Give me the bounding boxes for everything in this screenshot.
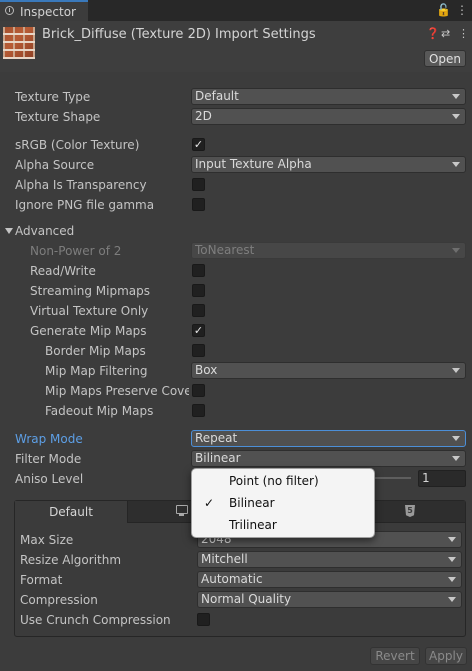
- asset-title: Brick_Diffuse (Texture 2D) Import Settin…: [42, 27, 316, 42]
- mip-maps-preserve-coverage-label: Mip Maps Preserve Cover: [45, 384, 189, 398]
- checkmark-icon: ✓: [204, 496, 215, 510]
- srgb-checkbox[interactable]: ✓: [192, 138, 205, 151]
- border-mip-maps-checkbox[interactable]: [192, 344, 205, 357]
- chevron-down-icon: [448, 537, 456, 542]
- chevron-down-icon: [452, 94, 460, 99]
- wrap-mode-label: Wrap Mode: [15, 432, 83, 446]
- texture-type-value: Default: [195, 89, 239, 103]
- ignore-png-gamma-checkbox[interactable]: [192, 198, 205, 211]
- use-crunch-label: Use Crunch Compression: [20, 613, 171, 627]
- mip-maps-preserve-coverage-checkbox[interactable]: [192, 384, 205, 397]
- read-write-checkbox[interactable]: [192, 264, 205, 277]
- texture-shape-dropdown[interactable]: 2D: [191, 108, 466, 125]
- non-power-of-2-value: ToNearest: [195, 243, 255, 257]
- mip-map-filtering-value: Box: [195, 363, 218, 377]
- revert-button[interactable]: Revert: [370, 647, 420, 665]
- max-size-label: Max Size: [20, 533, 74, 547]
- help-icon[interactable]: ❓: [426, 27, 440, 40]
- menu-icon[interactable]: ⋮: [456, 3, 468, 17]
- chevron-down-icon: [448, 577, 456, 582]
- chevron-down-icon: [452, 248, 460, 253]
- lock-icon[interactable]: 🔓: [436, 3, 451, 17]
- read-write-label: Read/Write: [30, 264, 96, 278]
- use-crunch-checkbox[interactable]: [197, 613, 210, 626]
- tab-inspector[interactable]: Inspector: [0, 0, 88, 21]
- mip-map-filtering-label: Mip Map Filtering: [45, 364, 148, 378]
- chevron-down-icon: [452, 162, 460, 167]
- fadeout-mip-maps-label: Fadeout Mip Maps: [45, 404, 154, 418]
- alpha-is-transparency-label: Alpha Is Transparency: [15, 178, 147, 192]
- chevron-down-icon: [448, 597, 456, 602]
- format-value: Automatic: [201, 572, 263, 586]
- filter-mode-value: Bilinear: [195, 451, 241, 465]
- format-dropdown[interactable]: Automatic: [197, 571, 462, 588]
- open-button[interactable]: Open: [424, 50, 466, 67]
- fadeout-mip-maps-checkbox[interactable]: [192, 404, 205, 417]
- filter-mode-dropdown[interactable]: Bilinear: [191, 450, 466, 467]
- compression-dropdown[interactable]: Normal Quality: [197, 591, 462, 608]
- texture-thumbnail: [3, 27, 35, 59]
- chevron-down-icon: [452, 114, 460, 119]
- filter-mode-menu: Point (no filter) ✓ Bilinear Trilinear: [191, 468, 375, 538]
- resize-algorithm-label: Resize Algorithm: [20, 553, 122, 567]
- menu-item-bilinear[interactable]: Bilinear: [229, 496, 275, 510]
- apply-button[interactable]: Apply: [425, 647, 467, 665]
- streaming-mipmaps-checkbox[interactable]: [192, 284, 205, 297]
- virtual-texture-only-checkbox[interactable]: [192, 304, 205, 317]
- srgb-label: sRGB (Color Texture): [15, 138, 140, 152]
- menu-item-trilinear[interactable]: Trilinear: [229, 518, 277, 532]
- platform-tab-default-label: Default: [49, 505, 93, 519]
- chevron-down-icon: [452, 436, 460, 441]
- texture-type-label: Texture Type: [15, 90, 91, 104]
- streaming-mipmaps-label: Streaming Mipmaps: [30, 284, 151, 298]
- settings-sliders-icon[interactable]: ⇄: [441, 27, 450, 40]
- wrap-mode-value: Repeat: [195, 431, 238, 445]
- texture-type-dropdown[interactable]: Default: [191, 88, 466, 105]
- non-power-of-2-dropdown: ToNearest: [191, 242, 466, 259]
- alpha-source-label: Alpha Source: [15, 158, 95, 172]
- platform-tab-default[interactable]: Default: [15, 501, 128, 523]
- advanced-foldout-label[interactable]: Advanced: [15, 223, 74, 239]
- non-power-of-2-label: Non-Power of 2: [30, 244, 122, 258]
- compression-value: Normal Quality: [201, 592, 292, 606]
- ignore-png-gamma-label: Ignore PNG file gamma: [15, 198, 155, 212]
- aniso-level-slider[interactable]: [375, 477, 411, 479]
- chevron-down-icon: [448, 557, 456, 562]
- texture-shape-label: Texture Shape: [15, 110, 101, 124]
- html5-icon[interactable]: 5: [405, 505, 415, 517]
- format-label: Format: [20, 573, 63, 587]
- menu-item-point[interactable]: Point (no filter): [229, 474, 319, 488]
- foldout-arrow-icon[interactable]: [5, 228, 13, 234]
- resize-algorithm-dropdown[interactable]: Mitchell: [197, 551, 462, 568]
- alpha-source-dropdown[interactable]: Input Texture Alpha: [191, 156, 466, 173]
- monitor-icon[interactable]: [176, 505, 188, 516]
- tab-inspector-label: Inspector: [20, 5, 76, 19]
- info-icon: [5, 6, 14, 15]
- filter-mode-label: Filter Mode: [15, 452, 82, 466]
- resize-algorithm-value: Mitchell: [201, 552, 248, 566]
- border-mip-maps-label: Border Mip Maps: [45, 344, 146, 358]
- generate-mip-maps-label: Generate Mip Maps: [30, 324, 147, 338]
- mip-map-filtering-dropdown[interactable]: Box: [191, 362, 466, 379]
- generate-mip-maps-checkbox[interactable]: ✓: [192, 324, 205, 337]
- virtual-texture-only-label: Virtual Texture Only: [30, 304, 149, 318]
- chevron-down-icon: [452, 456, 460, 461]
- wrap-mode-dropdown[interactable]: Repeat: [191, 430, 466, 447]
- alpha-source-value: Input Texture Alpha: [195, 157, 312, 171]
- chevron-down-icon: [452, 368, 460, 373]
- aniso-level-label: Aniso Level: [15, 472, 84, 486]
- alpha-is-transparency-checkbox[interactable]: [192, 178, 205, 191]
- more-icon[interactable]: ⋮: [458, 27, 469, 40]
- compression-label: Compression: [20, 593, 98, 607]
- aniso-level-field[interactable]: 1: [418, 470, 466, 487]
- texture-shape-value: 2D: [195, 109, 212, 123]
